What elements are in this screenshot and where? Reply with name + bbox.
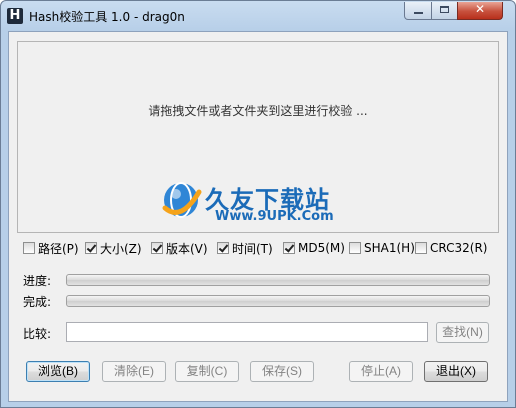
option-version-checkbox[interactable]: 版本(V): [151, 240, 208, 256]
exit-button[interactable]: 退出(X): [424, 361, 488, 382]
find-button[interactable]: 查找(N): [436, 322, 489, 343]
drop-hint: 请拖拽文件或者文件夹到这里进行校验 ...: [148, 104, 368, 118]
option-md5-checkbox[interactable]: MD5(M): [283, 240, 345, 256]
clear-button[interactable]: 清除(E): [102, 361, 166, 382]
close-button[interactable]: ✕: [457, 2, 503, 20]
option-label: MD5(M): [298, 241, 345, 255]
hash-options: 路径(P) 大小(Z) 版本(V) 时间(T) MD5(M) SHA1(H) C…: [23, 240, 503, 256]
window-title: Hash校验工具 1.0 - drag0n: [29, 10, 185, 24]
maximize-icon: [440, 6, 449, 13]
option-sha1-checkbox[interactable]: SHA1(H): [349, 240, 415, 256]
option-size-checkbox[interactable]: 大小(Z): [85, 240, 142, 256]
minimize-button[interactable]: [404, 2, 432, 20]
option-label: 时间(T): [232, 241, 273, 256]
save-button[interactable]: 保存(S): [250, 361, 314, 382]
option-crc32-checkbox[interactable]: CRC32(R): [415, 240, 487, 256]
progress-bar: [66, 274, 490, 286]
stop-button[interactable]: 停止(A): [349, 361, 413, 382]
complete-progress-bar: [66, 295, 490, 307]
option-label: 版本(V): [166, 241, 208, 256]
minimize-icon: [414, 12, 423, 14]
copy-button[interactable]: 复制(C): [175, 361, 239, 382]
checkbox-box[interactable]: [85, 242, 97, 254]
option-time-checkbox[interactable]: 时间(T): [217, 240, 273, 256]
watermark-globe-icon: [162, 182, 202, 218]
watermark-url: Www.9UPK.Com: [215, 209, 334, 224]
option-label: SHA1(H): [364, 241, 415, 255]
option-label: 大小(Z): [100, 241, 142, 256]
browse-button[interactable]: 浏览(B): [26, 361, 90, 382]
checkbox-box[interactable]: [415, 242, 427, 254]
complete-label: 完成:: [23, 295, 52, 309]
compare-label: 比较:: [23, 327, 52, 341]
app-window: H Hash校验工具 1.0 - drag0n ✕ 请拖拽文件或者文件夹到这里进…: [0, 0, 516, 408]
checkbox-box[interactable]: [349, 242, 361, 254]
option-label: CRC32(R): [430, 241, 488, 255]
checkbox-box[interactable]: [283, 242, 295, 254]
watermark-logo: 久友下载站 Www.9UPK.Com: [159, 178, 349, 226]
checkbox-box[interactable]: [217, 242, 229, 254]
maximize-button[interactable]: [431, 2, 458, 20]
close-icon: ✕: [474, 2, 486, 16]
app-icon: H: [7, 8, 23, 24]
client-area: 请拖拽文件或者文件夹到这里进行校验 ... 久友下载站 Www.9UPK.Com…: [8, 31, 508, 402]
compare-input[interactable]: [66, 322, 428, 342]
option-path-checkbox[interactable]: 路径(P): [23, 240, 79, 256]
title-bar[interactable]: H Hash校验工具 1.0 - drag0n ✕: [1, 1, 515, 31]
option-label: 路径(P): [38, 241, 79, 256]
progress-label: 进度:: [23, 274, 52, 288]
checkbox-box[interactable]: [151, 242, 163, 254]
checkbox-box[interactable]: [23, 242, 35, 254]
